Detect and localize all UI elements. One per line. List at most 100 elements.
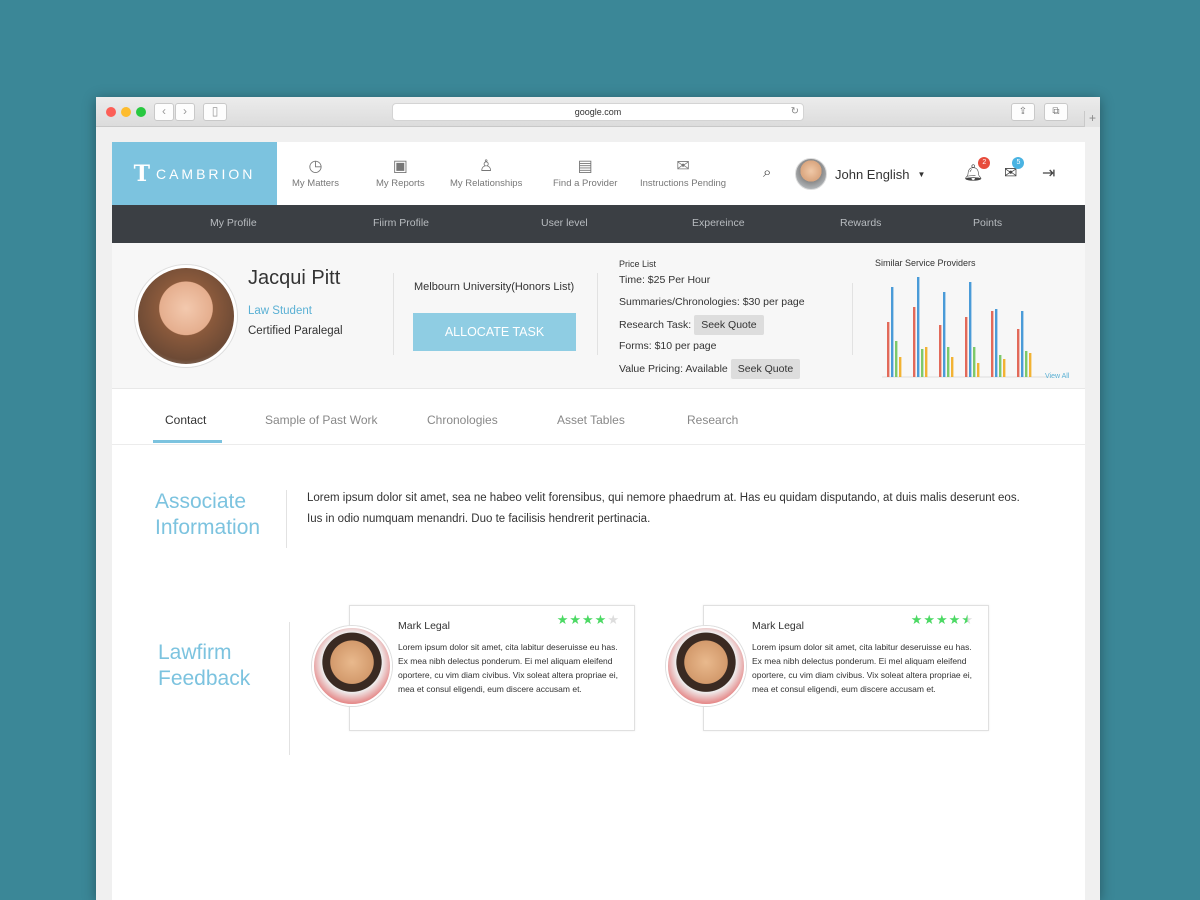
nav-instructions-pending[interactable]: ✉ Instructions Pending (640, 156, 726, 189)
rating-stars-icon: ★★★★★ (557, 612, 620, 628)
section-title-line: Feedback (158, 667, 251, 690)
envelope-icon[interactable]: ✉ 5 (1004, 157, 1025, 183)
gauge-icon: ◷ (308, 158, 323, 175)
bell-icon[interactable]: 🔔︎ 2 (963, 157, 991, 183)
chart-bar (921, 349, 924, 377)
similar-providers-chart (882, 277, 1052, 378)
chart-bar (995, 309, 998, 377)
logout-icon[interactable]: ⇥ (1042, 163, 1055, 183)
share-icon[interactable]: ⇪ (1011, 103, 1035, 121)
chart-bar (969, 282, 972, 377)
subnav-my-profile[interactable]: My Profile (210, 217, 257, 229)
chart-bar (925, 347, 928, 377)
people-icon: ♙ (479, 158, 494, 175)
associate-info-text: Lorem ipsum dolor sit amet, sea ne habeo… (307, 492, 1020, 525)
nav-label: Find a Provider (553, 178, 618, 189)
profile-role[interactable]: Law Student (248, 305, 312, 317)
chart-bar (947, 347, 950, 377)
zoom-window-button[interactable] (136, 107, 146, 117)
price-value-row: Value Pricing: Available Seek Quote (619, 359, 805, 381)
price-research: Research Task: (619, 319, 692, 331)
seek-quote-button[interactable]: Seek Quote (694, 315, 764, 335)
chart-bar (1029, 353, 1032, 377)
divider (289, 622, 290, 755)
section-title-line: Associate (155, 490, 247, 513)
nav-my-matters[interactable]: ◷ My Matters (292, 156, 339, 189)
view-all-link[interactable]: View All (1045, 373, 1069, 380)
tab-asset-tables[interactable]: Asset Tables (557, 413, 625, 427)
brand-name: CAMBRION (155, 165, 256, 182)
profile-university: Melbourn University(Honors List) (414, 281, 575, 293)
chart-bar (1021, 311, 1024, 377)
chart-bar (943, 292, 946, 377)
chat-icon: ▤ (577, 158, 593, 175)
nav-my-reports[interactable]: ▣ My Reports (376, 156, 425, 189)
divider (597, 273, 598, 355)
user-menu[interactable]: John English ▼ (795, 158, 925, 190)
subnav-points[interactable]: Points (973, 217, 1002, 229)
chart-bar (965, 317, 968, 377)
subnav-experience[interactable]: Expereince (692, 217, 745, 229)
profile-subnav: My Profile Fiirm Profile User level Expe… (112, 205, 1085, 243)
chart-bar (899, 357, 902, 377)
subnav-user-level[interactable]: User level (541, 217, 588, 229)
browser-window: ‹ › ▯ google.com ↻ ⇪ ⧉ + T CAMBRION ◷ My… (96, 97, 1100, 900)
scales-icon: T (133, 160, 150, 187)
tab-sample-of-past-work[interactable]: Sample of Past Work (265, 413, 378, 427)
chart-bar (939, 325, 942, 377)
profile-name: Jacqui Pitt (248, 267, 341, 289)
allocate-task-button[interactable]: ALLOCATE TASK (413, 313, 576, 351)
feedback-card: Mark Legal ★★★★★ Lorem ipsum dolor sit a… (666, 605, 989, 731)
price-value-pricing: Value Pricing: Available (619, 363, 728, 375)
price-forms: Forms: $10 per page (619, 340, 717, 352)
reload-icon[interactable]: ↻ (791, 104, 799, 120)
new-tab-button[interactable]: + (1084, 111, 1100, 127)
brand-logo[interactable]: T CAMBRION (112, 142, 277, 205)
nav-label: My Reports (376, 178, 425, 189)
feedback-card: Mark Legal ★★★★★ Lorem ipsum dolor sit a… (312, 605, 635, 731)
tab-research[interactable]: Research (687, 413, 738, 427)
section-title-line: Information (155, 516, 261, 539)
chart-bar (1025, 351, 1028, 377)
nav-find-provider[interactable]: ▤ Find a Provider (553, 156, 617, 189)
divider (286, 490, 287, 548)
minimize-window-button[interactable] (121, 107, 131, 117)
divider (852, 283, 853, 355)
subnav-firm-profile[interactable]: Fiirm Profile (373, 217, 429, 229)
chart-bar (951, 357, 954, 377)
price-research-row: Research Task: Seek Quote (619, 315, 805, 337)
tab-contact[interactable]: Contact (165, 413, 206, 427)
divider (393, 273, 394, 355)
filled-stars: ★★★★ (556, 612, 608, 627)
review-text: Lorem ipsum dolor sit amet, cita labitur… (752, 642, 972, 694)
nav-label: Instructions Pending (640, 178, 727, 189)
web-page: T CAMBRION ◷ My Matters ▣ My Reports ♙ M… (112, 142, 1085, 900)
tabs-overview-icon[interactable]: ⧉ (1044, 103, 1068, 121)
notification-badge: 2 (978, 157, 991, 169)
tab-chronologies[interactable]: Chronologies (427, 413, 498, 427)
message-badge: 5 (1012, 157, 1025, 169)
lawfirm-feedback-title: Lawfirm Feedback (158, 640, 250, 692)
address-bar[interactable]: google.com ↻ (392, 103, 804, 121)
search-icon[interactable]: ⌕ (763, 164, 771, 181)
review-text: Lorem ipsum dolor sit amet, cita labitur… (398, 642, 618, 694)
chart-bar (991, 311, 994, 377)
forward-button[interactable]: › (175, 103, 195, 121)
associate-info-title: Associate Information (155, 489, 260, 541)
reviewer-name: Mark Legal (398, 620, 450, 632)
chart-bar (917, 277, 920, 377)
nav-my-relationships[interactable]: ♙ My Relationships (450, 156, 522, 189)
profile-summary: Jacqui Pitt Law Student Certified Parale… (112, 243, 1085, 389)
filled-stars: ★★★★ (910, 612, 962, 627)
sidebar-toggle-icon[interactable]: ▯ (203, 103, 227, 121)
mail-icon: ✉ (676, 158, 690, 175)
avatar (795, 158, 827, 190)
nav-label: My Matters (292, 178, 339, 189)
similar-providers-title: Similar Service Providers (875, 258, 976, 268)
url-text: google.com (574, 107, 622, 117)
close-window-button[interactable] (106, 107, 116, 117)
seek-quote-button[interactable]: Seek Quote (730, 359, 801, 379)
subnav-rewards[interactable]: Rewards (840, 217, 881, 229)
chart-bar (973, 347, 976, 377)
back-button[interactable]: ‹ (154, 103, 174, 121)
